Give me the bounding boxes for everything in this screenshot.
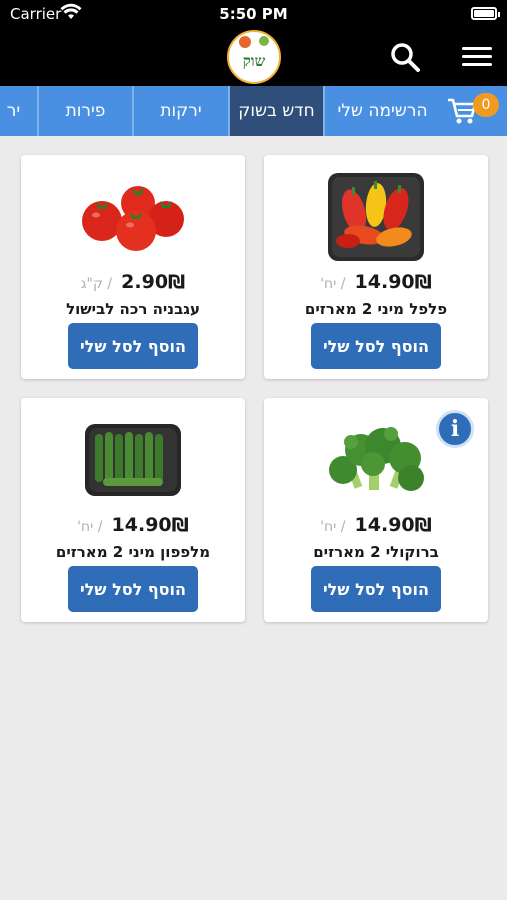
clock: 5:50 PM	[219, 5, 288, 23]
product-card[interactable]: i 14.90₪ / יח' ברוקולי 2 מארזים הוסף לסל…	[264, 398, 488, 622]
product-name: ברוקולי 2 מארזים	[313, 543, 439, 561]
price-row: 14.90₪ / יח'	[264, 514, 488, 536]
cart-count-badge: 0	[473, 93, 499, 117]
product-name: עגבניה רכה לבישול	[66, 300, 200, 318]
tab-new-in-market[interactable]: חדש בשוק	[228, 86, 323, 136]
unit-label: / יח'	[320, 519, 346, 535]
add-to-cart-button[interactable]: הוסף לסל שלי	[311, 323, 441, 369]
logo-text: שוק	[242, 51, 266, 70]
add-to-cart-button[interactable]: הוסף לסל שלי	[68, 566, 198, 612]
battery-icon	[471, 7, 500, 20]
green-fruit-icon	[259, 36, 269, 46]
price: 2.90₪	[121, 271, 186, 293]
mini-peppers-image	[264, 167, 488, 267]
hamburger-menu-icon[interactable]	[460, 42, 494, 72]
product-name: מלפפון מיני 2 מארזים	[55, 543, 211, 561]
unit-label: / יח'	[77, 519, 103, 535]
category-tabs: הרשימה שלי חדש בשוק ירקות פירות יר	[0, 86, 507, 136]
product-name: פלפל מיני 2 מארזים	[304, 300, 448, 318]
price: 14.90₪	[111, 514, 189, 536]
price-row: 2.90₪ / ק"ג	[21, 271, 245, 293]
add-to-cart-button[interactable]: הוסף לסל שלי	[311, 566, 441, 612]
mini-cucumbers-image	[21, 410, 245, 510]
tab-my-list[interactable]: הרשימה שלי	[323, 86, 440, 136]
app-header: שוק	[0, 28, 507, 86]
add-to-cart-button[interactable]: הוסף לסל שלי	[68, 323, 198, 369]
tomatoes-image	[21, 167, 245, 267]
tab-vegetables[interactable]: ירקות	[132, 86, 228, 136]
price: 14.90₪	[354, 271, 432, 293]
status-bar: Carrier 5:50 PM	[0, 0, 507, 28]
search-icon[interactable]	[388, 40, 422, 74]
tab-partial[interactable]: יר	[0, 86, 37, 136]
orange-fruit-icon	[239, 36, 251, 48]
price-row: 14.90₪ / יח'	[264, 271, 488, 293]
product-card[interactable]: 2.90₪ / ק"ג עגבניה רכה לבישול הוסף לסל ש…	[21, 155, 245, 379]
price-row: 14.90₪ / יח'	[21, 514, 245, 536]
unit-label: / יח'	[320, 276, 346, 292]
price: 14.90₪	[354, 514, 432, 536]
tab-fruits[interactable]: פירות	[37, 86, 132, 136]
unit-label: / ק"ג	[80, 276, 113, 292]
product-card[interactable]: 14.90₪ / יח' מלפפון מיני 2 מארזים הוסף ל…	[21, 398, 245, 622]
shuk-logo[interactable]: שוק	[227, 30, 281, 84]
product-card[interactable]: 14.90₪ / יח' פלפל מיני 2 מארזים הוסף לסל…	[264, 155, 488, 379]
broccoli-image	[264, 410, 488, 510]
